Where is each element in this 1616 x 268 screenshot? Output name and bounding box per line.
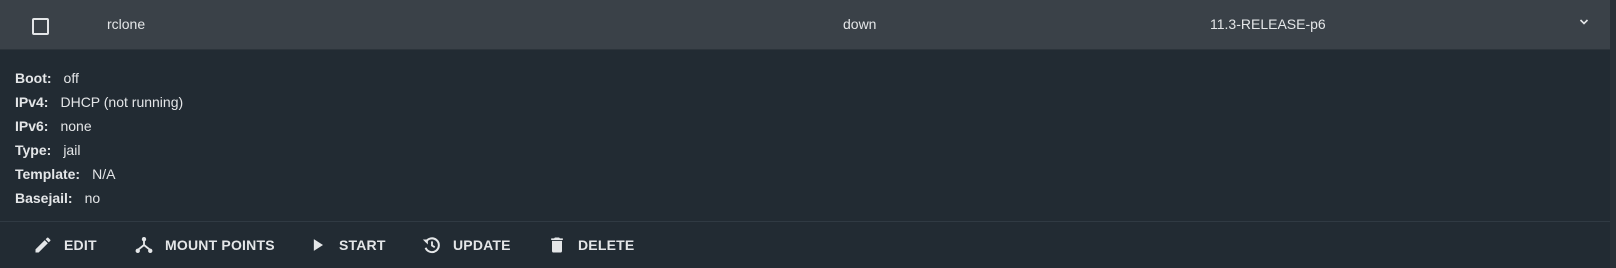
jail-detail-panel: rclone down 11.3-RELEASE-p6 Boot: off IPv… (0, 0, 1616, 268)
mount-points-button[interactable]: MOUNT POINTS (133, 222, 275, 268)
jail-state: down (843, 16, 877, 32)
delete-label: DELETE (578, 237, 635, 253)
detail-row-ipv6: IPv6: none (15, 116, 183, 140)
edit-label: EDIT (64, 237, 97, 253)
jail-details: Boot: off IPv4: DHCP (not running) IPv6: no… (15, 68, 183, 212)
trash-icon (546, 234, 568, 256)
update-button[interactable]: UPDATE (421, 222, 511, 268)
pencil-icon (32, 234, 54, 256)
history-icon (421, 234, 443, 256)
fork-icon (133, 234, 155, 256)
detail-label: IPv4: (15, 94, 49, 110)
detail-label: IPv6: (15, 118, 49, 134)
detail-row-type: Type: jail (15, 140, 183, 164)
chevron-down-icon[interactable] (1574, 12, 1594, 32)
detail-value: off (63, 70, 79, 86)
table-row[interactable]: rclone down 11.3-RELEASE-p6 (0, 0, 1610, 50)
mount-points-label: MOUNT POINTS (165, 237, 275, 253)
detail-label: Template: (15, 166, 81, 182)
edit-button[interactable]: EDIT (32, 222, 97, 268)
detail-value: no (84, 190, 101, 206)
detail-row-boot: Boot: off (15, 68, 183, 92)
action-bar: EDIT MOUNT POINTS START UPDATE DELETE (0, 222, 1616, 268)
detail-label: Basejail: (15, 190, 73, 206)
detail-value: N/A (92, 166, 116, 182)
start-button[interactable]: START (307, 222, 386, 268)
detail-value: none (60, 118, 92, 134)
update-label: UPDATE (453, 237, 511, 253)
detail-row-template: Template: N/A (15, 164, 183, 188)
start-label: START (339, 237, 386, 253)
scrollbar[interactable] (1610, 0, 1616, 268)
detail-row-ipv4: IPv4: DHCP (not running) (15, 92, 183, 116)
detail-row-basejail: Basejail: no (15, 188, 183, 212)
jail-release: 11.3-RELEASE-p6 (1210, 16, 1326, 32)
detail-value: jail (63, 142, 81, 158)
row-checkbox[interactable] (32, 18, 49, 35)
detail-label: Type: (15, 142, 52, 158)
detail-value: DHCP (not running) (60, 94, 184, 110)
play-icon (307, 234, 329, 256)
detail-label: Boot: (15, 70, 52, 86)
jail-name: rclone (107, 16, 146, 32)
delete-button[interactable]: DELETE (546, 222, 634, 268)
